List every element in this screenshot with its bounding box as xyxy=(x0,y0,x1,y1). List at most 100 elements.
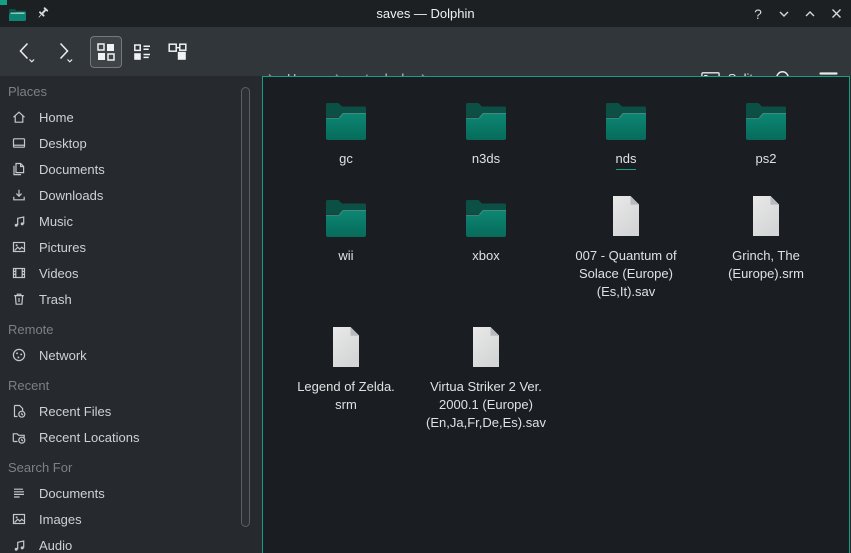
sidebar-scrollbar-thumb[interactable] xyxy=(241,87,250,527)
sidebar-section-places: Places xyxy=(0,78,262,104)
sidebar-item-label: Recent Locations xyxy=(39,430,139,445)
details-view-icon xyxy=(131,41,153,63)
folder-item-n3ds[interactable]: n3ds xyxy=(416,95,556,168)
sidebar-item-documents[interactable]: Documents xyxy=(0,480,262,506)
chevron-up-icon xyxy=(803,7,817,21)
sidebar-item-label: Music xyxy=(39,214,73,229)
downloads-icon xyxy=(10,187,27,204)
sidebar-item-downloads[interactable]: Downloads xyxy=(0,182,262,208)
folder-icon xyxy=(462,192,510,240)
sidebar-item-recent-files[interactable]: Recent Files xyxy=(0,398,262,424)
file-grid: gc n3ds nds ps2 wii xbox 007 - Quantum ofSolac… xyxy=(276,95,849,432)
back-arrow-icon xyxy=(12,39,38,65)
pictures-icon xyxy=(10,239,27,256)
tree-view-button[interactable] xyxy=(162,36,194,68)
documents-icon xyxy=(10,161,27,178)
sidebar-item-images[interactable]: Images xyxy=(0,506,262,532)
item-label: wii xyxy=(338,247,353,265)
sidebar-item-label: Audio xyxy=(39,538,72,553)
folder-icon xyxy=(322,95,370,143)
chevron-down-icon xyxy=(777,7,791,21)
sidebar-item-network[interactable]: Network xyxy=(0,342,262,368)
sidebar-item-recent-locations[interactable]: Recent Locations xyxy=(0,424,262,450)
file-icon xyxy=(322,323,370,371)
sidebar-item-audio[interactable]: Audio xyxy=(0,532,262,553)
sidebar-item-label: Network xyxy=(39,348,87,363)
folder-view[interactable]: gc n3ds nds ps2 wii xbox 007 - Quantum ofSolac… xyxy=(262,76,850,553)
item-label: gc xyxy=(339,150,353,168)
help-icon: ? xyxy=(754,6,762,22)
desktop-icon xyxy=(10,135,27,152)
forward-arrow-icon xyxy=(50,39,76,65)
app-body: Places Home Desktop Documents Downloads Musi… xyxy=(0,76,851,553)
titlebar[interactable]: saves — Dolphin ? xyxy=(0,0,851,27)
videos-icon xyxy=(10,265,27,282)
folder-item-gc[interactable]: gc xyxy=(276,95,416,168)
folder-icon xyxy=(462,95,510,143)
maximize-button[interactable] xyxy=(801,5,819,23)
search-documents-icon xyxy=(10,485,27,502)
folder-item-nds[interactable]: nds xyxy=(556,95,696,170)
folder-icon xyxy=(322,192,370,240)
dolphin-window: saves — Dolphin ? Homeretrodecksaves xyxy=(0,0,851,553)
back-button[interactable] xyxy=(8,35,42,69)
file-icon xyxy=(462,323,510,371)
forward-button[interactable] xyxy=(46,35,80,69)
sidebar-item-home[interactable]: Home xyxy=(0,104,262,130)
sidebar-item-music[interactable]: Music xyxy=(0,208,262,234)
item-label: Grinch, The(Europe).srm xyxy=(728,247,804,283)
trash-icon xyxy=(10,291,27,308)
folder-icon xyxy=(602,95,650,143)
folder-item-xbox[interactable]: xbox xyxy=(416,192,556,265)
close-icon xyxy=(830,7,843,20)
sidebar-section-remote: Remote xyxy=(0,316,262,342)
sidebar-item-label: Trash xyxy=(39,292,72,307)
home-icon xyxy=(10,109,27,126)
recent-locations-icon xyxy=(10,429,27,446)
item-label: n3ds xyxy=(472,150,500,168)
item-label: 007 - Quantum ofSolace (Europe)(Es,It).s… xyxy=(575,247,676,301)
sidebar-item-label: Home xyxy=(39,110,74,125)
sidebar-item-desktop[interactable]: Desktop xyxy=(0,130,262,156)
window-title: saves — Dolphin xyxy=(376,6,474,21)
window-controls: ? xyxy=(749,0,845,27)
window-corner-accent xyxy=(0,0,7,5)
sidebar-item-videos[interactable]: Videos xyxy=(0,260,262,286)
sidebar-item-trash[interactable]: Trash xyxy=(0,286,262,312)
folder-icon xyxy=(742,95,790,143)
icons-view-button[interactable] xyxy=(90,36,122,68)
sidebar-item-documents[interactable]: Documents xyxy=(0,156,262,182)
item-label: xbox xyxy=(472,247,499,265)
file-item-legend-of-zelda-srm[interactable]: Legend of Zelda.srm xyxy=(276,323,416,414)
help-button[interactable]: ? xyxy=(749,5,767,23)
close-button[interactable] xyxy=(827,5,845,23)
music-icon xyxy=(10,213,27,230)
sidebar-item-label: Pictures xyxy=(39,240,86,255)
folder-item-ps2[interactable]: ps2 xyxy=(696,95,836,168)
sidebar-section-recent: Recent xyxy=(0,372,262,398)
view-mode-group xyxy=(90,36,194,68)
file-item-grinch-the-europe-srm[interactable]: Grinch, The(Europe).srm xyxy=(696,192,836,283)
pin-icon[interactable] xyxy=(36,6,50,21)
sidebar-item-label: Videos xyxy=(39,266,79,281)
places-panel: Places Home Desktop Documents Downloads Musi… xyxy=(0,76,262,553)
music-icon xyxy=(10,537,27,553)
minimize-button[interactable] xyxy=(775,5,793,23)
sidebar-item-label: Desktop xyxy=(39,136,87,151)
sidebar-item-label: Documents xyxy=(39,486,105,501)
file-item-virtua-striker-2-ver-2000-1-europe-en-ja-fr-de-es-sav[interactable]: Virtua Striker 2 Ver.2000.1 (Europe)(En,… xyxy=(416,323,556,432)
file-icon xyxy=(602,192,650,240)
item-label: nds xyxy=(616,150,637,170)
sidebar-item-label: Images xyxy=(39,512,82,527)
sidebar-item-label: Downloads xyxy=(39,188,103,203)
dolphin-folder-icon xyxy=(8,6,27,22)
details-view-button[interactable] xyxy=(126,36,158,68)
item-label: Virtua Striker 2 Ver.2000.1 (Europe)(En,… xyxy=(426,378,546,432)
icons-view-icon xyxy=(95,41,117,63)
folder-item-wii[interactable]: wii xyxy=(276,192,416,265)
sidebar-item-pictures[interactable]: Pictures xyxy=(0,234,262,260)
pictures-icon xyxy=(10,511,27,528)
file-item-007-quantum-of-solace-europe-es-it-sav[interactable]: 007 - Quantum ofSolace (Europe)(Es,It).s… xyxy=(556,192,696,301)
tree-view-icon xyxy=(167,41,189,63)
item-label: ps2 xyxy=(756,150,777,168)
